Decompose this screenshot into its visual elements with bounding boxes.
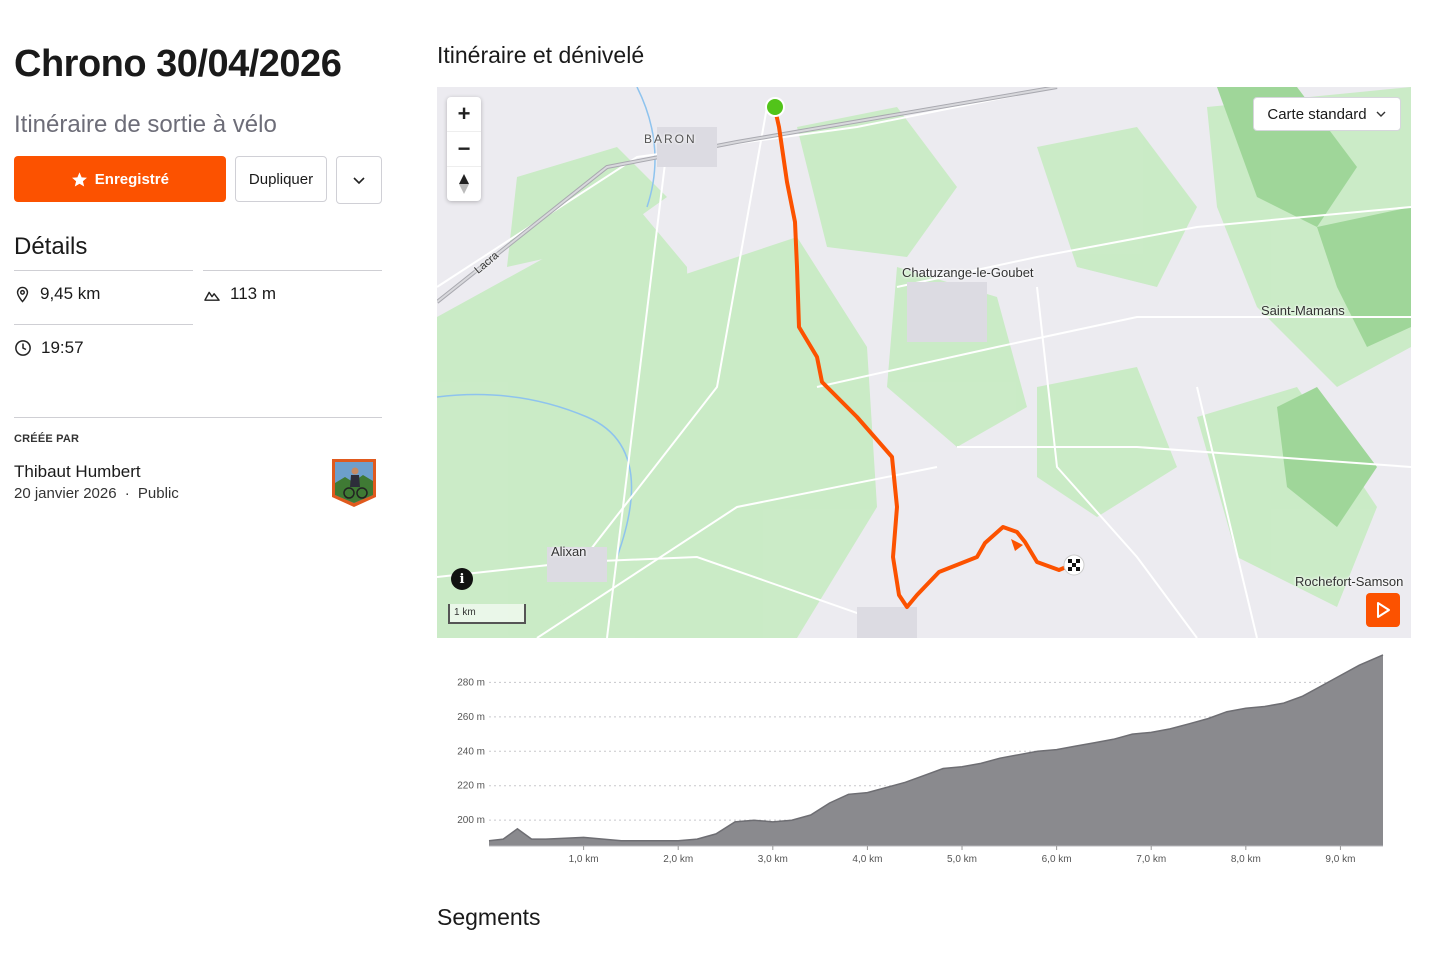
more-options-button[interactable] (336, 156, 383, 204)
stat-elevation: 113 m (203, 270, 382, 304)
stat-duration: 19:57 (14, 324, 193, 358)
route-map-heading: Itinéraire et dénivelé (437, 42, 645, 68)
elevation-x-tick: 5,0 km (947, 854, 977, 865)
compass-icon (459, 174, 469, 194)
compass-button[interactable] (447, 166, 481, 201)
elevation-profile[interactable]: 200 m 220 m 240 m 260 m 280 m 1,0 km 2,0 km 3,0… (437, 648, 1411, 878)
map-type-select[interactable]: Carte standard (1253, 97, 1401, 131)
start-marker (765, 97, 785, 117)
mountain-icon (204, 291, 220, 301)
place-label-rochefort: Rochefort-Samson (1295, 574, 1404, 589)
elevation-y-tick: 260 m (457, 712, 485, 723)
elevation-x-tick: 2,0 km (663, 854, 693, 865)
elevation-y-tick: 200 m (457, 815, 485, 826)
divider (14, 417, 382, 418)
route-direction-arrow (1011, 539, 1023, 551)
finish-marker (1063, 554, 1085, 576)
elevation-y-tick: 240 m (457, 746, 485, 757)
elevation-chart: 200 m 220 m 240 m 260 m 280 m 1,0 km 2,0 km 3,0… (457, 654, 1384, 865)
stats-grid: 9,45 km 113 m 19:57 (14, 270, 382, 384)
meta-separator: · (124, 485, 130, 502)
route-actions: Enregistré Dupliquer (14, 156, 383, 204)
elevation-area (489, 654, 1383, 846)
elevation-y-tick: 220 m (457, 781, 485, 792)
route-map[interactable]: BARON Chatuzange-le-Goubet Saint-Mamans … (437, 87, 1411, 638)
created-by-label: CRÉÉE PAR (14, 433, 80, 445)
elevation-x-tick: 3,0 km (758, 854, 788, 865)
route-meta: 20 janvier 2026 · Public (14, 485, 179, 502)
elevation-x-tick: 8,0 km (1231, 854, 1261, 865)
play-icon (1377, 602, 1390, 618)
stat-distance: 9,45 km (14, 270, 193, 304)
clock-icon (15, 340, 31, 356)
segments-heading: Segments (437, 904, 541, 930)
avatar[interactable] (330, 457, 378, 509)
saved-button[interactable]: Enregistré (14, 156, 226, 202)
visibility-value: Public (137, 485, 179, 502)
place-label-saint-mamans: Saint-Mamans (1261, 303, 1345, 318)
place-label-baron: BARON (644, 132, 697, 146)
map-type-label: Carte standard (1267, 105, 1367, 123)
place-label-alixan: Alixan (551, 544, 587, 559)
chevron-down-icon (1376, 111, 1386, 117)
elevation-x-tick: 7,0 km (1136, 854, 1166, 865)
place-label-chatuzange: Chatuzange-le-Goubet (902, 265, 1034, 280)
created-date: 20 janvier 2026 (14, 485, 117, 502)
distance-value: 9,45 km (40, 284, 101, 303)
elevation-y-tick: 280 m (457, 677, 485, 688)
route-title: Chrono 30/04/2026 (14, 43, 342, 85)
map-scale: 1 km (448, 604, 526, 624)
star-icon (71, 171, 87, 187)
route-info-panel: Chrono 30/04/2026 Itinéraire de sortie à… (14, 38, 383, 507)
flyover-play-button[interactable] (1366, 593, 1400, 627)
elevation-x-tick: 9,0 km (1325, 854, 1355, 865)
duplicate-button[interactable]: Dupliquer (234, 156, 328, 202)
elevation-x-tick: 6,0 km (1042, 854, 1072, 865)
author-name[interactable]: Thibaut Humbert (14, 462, 141, 482)
route-subtitle: Itinéraire de sortie à vélo (14, 111, 277, 138)
zoom-in-button[interactable]: + (447, 97, 481, 131)
saved-button-label: Enregistré (94, 170, 169, 188)
zoom-controls: + − (447, 97, 481, 201)
duration-value: 19:57 (41, 338, 84, 357)
elevation-x-tick: 4,0 km (852, 854, 882, 865)
zoom-out-button[interactable]: − (447, 131, 481, 166)
info-icon[interactable]: i (451, 568, 473, 590)
details-heading: Détails (14, 233, 88, 260)
location-pin-icon (16, 286, 29, 303)
elevation-x-tick: 1,0 km (569, 854, 599, 865)
chevron-down-icon (353, 177, 365, 185)
elevation-value: 113 m (230, 284, 276, 303)
